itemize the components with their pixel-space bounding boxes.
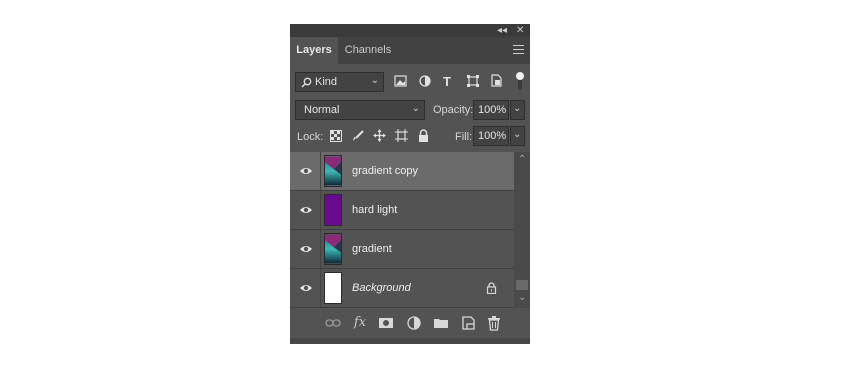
scroll-down-icon[interactable]: ⌄ (518, 292, 526, 303)
scroll-up-icon[interactable]: ⌃ (518, 154, 526, 165)
smart-object-filter-icon[interactable] (491, 74, 502, 87)
tab-layers[interactable]: Layers (290, 37, 338, 64)
fill-value: 100% (478, 130, 507, 142)
collapse-icon[interactable]: ◂◂ (497, 24, 507, 37)
layer-name[interactable]: gradient (352, 230, 392, 268)
link-layers-icon[interactable] (325, 315, 341, 331)
visibility-eye-icon[interactable] (299, 242, 313, 256)
visibility-eye-icon[interactable] (299, 164, 313, 178)
blend-row: Normal ⌄ Opacity: 100% ⌄ (290, 98, 530, 124)
blend-mode-select[interactable]: Normal ⌄ (295, 100, 425, 120)
layer-row-gradient[interactable]: gradient (290, 230, 514, 269)
fill-label: Fill: (455, 131, 473, 143)
divider (320, 191, 321, 229)
layer-row-gradient-copy[interactable]: gradient copy (290, 152, 514, 191)
layer-thumbnail (324, 233, 342, 265)
layer-row-hard-light[interactable]: hard light (290, 191, 514, 230)
filter-row: Kind ⌄ T (290, 70, 530, 96)
visibility-eye-icon[interactable] (299, 281, 313, 295)
lock-row: Lock: Fill: 100% ⌄ (290, 124, 530, 150)
adjustment-filter-icon[interactable] (419, 75, 431, 87)
layers-list: gradient copy hard light gradient Backgr… (290, 152, 514, 308)
lock-transparent-icon[interactable] (330, 130, 342, 142)
opacity-dropdown-button[interactable]: ⌄ (510, 100, 525, 120)
kind-filter-select[interactable]: Kind ⌄ (295, 72, 384, 92)
chevron-down-icon: ⌄ (370, 75, 379, 86)
divider (320, 230, 321, 268)
type-filter-icon[interactable]: T (443, 74, 451, 89)
panel-menu-icon[interactable] (513, 45, 524, 54)
panel-tabs: Layers Channels (290, 37, 530, 64)
layers-scrollbar[interactable]: ⌃ ⌄ (514, 152, 530, 308)
lock-artboard-icon[interactable] (395, 129, 408, 142)
layer-lock-icon[interactable] (486, 282, 497, 294)
panel-title-bar: ◂◂ ✕ (290, 24, 530, 37)
layer-thumbnail (324, 155, 342, 187)
filter-toggle-icon[interactable] (515, 70, 525, 92)
layer-thumbnail (324, 272, 342, 304)
new-layer-icon[interactable] (460, 315, 476, 331)
search-icon (301, 77, 312, 88)
delete-layer-icon[interactable] (486, 315, 502, 331)
lock-all-icon[interactable] (418, 129, 429, 142)
blend-mode-value: Normal (304, 104, 340, 116)
visibility-eye-icon[interactable] (299, 203, 313, 217)
layer-name[interactable]: Background (352, 269, 411, 307)
fx-icon[interactable]: fx (352, 315, 368, 331)
new-group-icon[interactable] (433, 315, 449, 331)
tab-channels[interactable]: Channels (338, 37, 398, 64)
lock-position-icon[interactable] (373, 129, 386, 142)
chevron-down-icon: ⌄ (411, 103, 420, 114)
layer-name[interactable]: gradient copy (352, 152, 418, 190)
opacity-input[interactable]: 100% (473, 100, 509, 120)
image-filter-icon[interactable] (394, 75, 407, 87)
divider (320, 269, 321, 307)
scroll-thumb[interactable] (516, 280, 528, 290)
layer-name[interactable]: hard light (352, 191, 397, 229)
kind-label: Kind (315, 76, 338, 88)
fill-input[interactable]: 100% (473, 126, 509, 146)
close-icon[interactable]: ✕ (516, 24, 524, 37)
lock-image-icon[interactable] (352, 130, 364, 142)
shape-filter-icon[interactable] (467, 75, 479, 87)
mask-icon[interactable] (378, 315, 394, 331)
divider (320, 152, 321, 190)
opacity-label: Opacity: (433, 104, 474, 116)
opacity-value: 100% (478, 104, 507, 116)
chevron-down-icon: ⌄ (513, 129, 522, 140)
layers-panel: ◂◂ ✕ Layers Channels Kind ⌄ T Normal ⌄ O… (290, 24, 530, 344)
layer-thumbnail (324, 194, 342, 226)
lock-label: Lock: (297, 131, 324, 143)
panel-footer (290, 338, 530, 344)
adjustment-layer-icon[interactable] (406, 315, 422, 331)
fill-dropdown-button[interactable]: ⌄ (510, 126, 525, 146)
layer-row-background[interactable]: Background (290, 269, 514, 308)
chevron-down-icon: ⌄ (513, 103, 522, 114)
layers-bottom-toolbar: fx (290, 308, 530, 338)
